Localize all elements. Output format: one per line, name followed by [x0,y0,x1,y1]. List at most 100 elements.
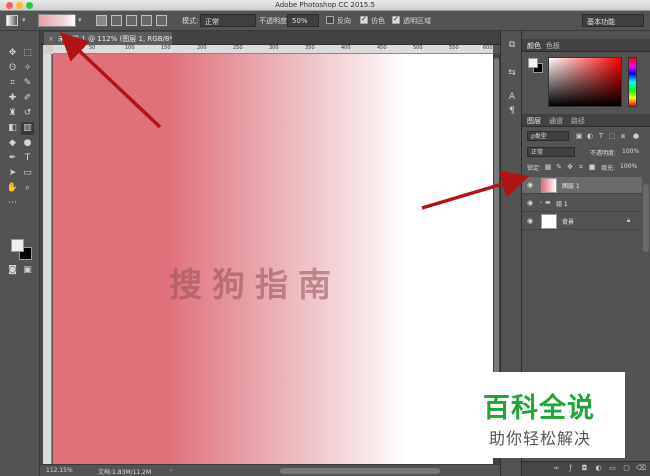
screen-mode-icon[interactable]: ▣ [21,264,34,277]
properties-panel-icon[interactable]: ⇆ [506,67,518,79]
lock-artboard-icon[interactable]: ⌗ [577,163,585,171]
smart-object-filter-icon[interactable]: ⧈ [619,132,627,140]
gradient-tool-preset-icon[interactable] [6,15,18,26]
blend-mode-select[interactable]: 正常 [527,147,575,157]
layer-filter-value: ρ类型 [531,133,547,140]
reflected-gradient-icon[interactable] [141,15,152,26]
eye-icon[interactable]: ◉ [527,217,533,225]
fill-value[interactable]: 100% [620,163,637,170]
layer-row-background[interactable]: ◉ 背景 🔒︎ [522,213,642,230]
eye-icon[interactable]: ◉ [527,199,533,207]
healing-brush-tool-icon[interactable]: ✚ [6,92,19,105]
history-brush-tool-icon[interactable]: ↺ [21,107,34,120]
crop-tool-icon[interactable]: ⌗ [6,77,19,90]
linear-gradient-icon[interactable] [96,15,107,26]
canvas-watermark: 搜狗指南 [169,265,341,304]
new-layer-icon[interactable]: ▢ [622,464,631,473]
tab-paths[interactable]: 路径 [571,116,585,126]
layer-row-group[interactable]: ◉ › ▬ 组 1 [522,195,642,212]
blur-tool-icon[interactable]: ◆ [6,137,19,150]
marquee-tool-icon[interactable]: ⬚ [21,47,34,60]
eyedropper-tool-icon[interactable]: ✎ [21,77,34,90]
document-tab[interactable]: × 未标题-1 @ 112% (图层 1, RGB/8*) [44,32,172,45]
hand-tool-icon[interactable]: ✋ [6,182,19,195]
layer-filter-select[interactable]: ρ类型 [527,131,569,141]
paragraph-panel-icon[interactable]: ¶ [506,105,518,117]
quick-mask-icon[interactable]: ◙ [6,264,19,277]
layer-style-icon[interactable]: ƒ [566,464,575,473]
layers-panel-footer: ∞ ƒ ◘ ◐ ▭ ▢ ⌫ [522,461,650,476]
document-canvas[interactable]: 搜狗指南 [53,54,493,464]
radial-gradient-icon[interactable] [111,15,122,26]
tab-channels[interactable]: 通道 [549,116,563,126]
tab-color[interactable]: 颜色 [527,41,541,51]
chevron-down-icon[interactable]: ▾ [22,16,26,24]
trash-icon[interactable]: ⌫ [636,464,646,473]
angle-gradient-icon[interactable] [126,15,137,26]
layer-name: 组 1 [556,201,568,208]
filter-toggle-icon[interactable]: ● [632,132,640,140]
chevron-down-icon[interactable]: ▾ [78,16,82,24]
color-panel-foreground[interactable] [528,58,538,68]
path-selection-tool-icon[interactable]: ➤ [6,167,19,180]
move-tool-icon[interactable]: ✥ [6,47,19,60]
zoom-level[interactable]: 112.15% [46,467,73,474]
horizontal-ruler[interactable]: 50 100 150 200 250 300 350 400 450 500 5… [53,45,493,54]
transparency-checkbox[interactable] [392,15,400,24]
reverse-checkbox[interactable] [326,16,334,24]
adjustment-layer-icon[interactable]: ◐ [594,464,603,473]
opacity-input[interactable]: 50% [287,14,319,27]
lock-image-icon[interactable]: ✎ [555,163,563,171]
diamond-gradient-icon[interactable] [156,15,167,26]
brush-tool-icon[interactable]: ✐ [21,92,34,105]
type-tool-icon[interactable]: T [21,152,34,165]
site-logo: 百科全说 助你轻松解决 [468,372,625,458]
history-panel-icon[interactable]: ⧉ [506,39,518,51]
ruler-origin[interactable] [43,45,53,54]
eye-icon[interactable]: ◉ [527,181,533,189]
layer-opacity-value[interactable]: 100% [622,148,639,155]
workspace-select[interactable]: 基本功能 [582,14,644,27]
hue-slider[interactable] [628,57,637,107]
color-picker-field[interactable] [548,57,622,107]
lock-all-icon[interactable]: ■ [588,163,596,171]
pixel-filter-icon[interactable]: ▣ [575,132,583,140]
gradient-tool-icon[interactable]: ▥ [21,122,34,135]
shape-filter-icon[interactable]: ⬚ [608,132,616,140]
logo-title: 百科全说 [483,393,595,424]
layer-row-gradient[interactable]: ◉ 图层 1 [522,177,642,194]
character-panel-icon[interactable]: A [506,91,518,103]
zoom-tool-icon[interactable]: ⌕ [21,182,34,195]
vertical-ruler[interactable] [43,54,52,464]
new-group-icon[interactable]: ▭ [608,464,617,473]
adjustment-filter-icon[interactable]: ◐ [586,132,594,140]
lock-position-icon[interactable]: ✥ [566,163,574,171]
lasso-tool-icon[interactable]: ʘ [6,62,19,75]
link-layers-icon[interactable]: ∞ [552,464,561,473]
tab-swatches[interactable]: 色板 [546,41,560,51]
status-menu-icon[interactable]: › [170,467,172,474]
horizontal-scrollbar-thumb[interactable] [280,468,440,474]
layers-panel-scrollbar[interactable] [643,184,649,252]
dither-checkbox[interactable] [360,15,368,24]
mode-select[interactable]: 正常 [200,14,256,27]
close-icon[interactable]: × [48,35,54,43]
eraser-tool-icon[interactable]: ◧ [6,122,19,135]
clone-stamp-tool-icon[interactable]: ♜ [6,107,19,120]
type-filter-icon[interactable]: T [597,132,605,140]
pen-tool-icon[interactable]: ✒ [6,152,19,165]
foreground-color-swatch[interactable] [11,239,24,252]
tab-layers[interactable]: 图层 [527,116,541,126]
rectangle-tool-icon[interactable]: ▭ [21,167,34,180]
layer-mask-icon[interactable]: ◘ [580,464,589,473]
lock-transparent-icon[interactable]: ▦ [544,163,552,171]
canvas-area[interactable]: 搜狗指南 [53,54,493,464]
layer-name: 图层 1 [562,183,580,190]
dodge-tool-icon[interactable]: ● [21,137,34,150]
more-tools-icon[interactable]: ⋯ [6,197,19,210]
document-tab-bar: × 未标题-1 @ 112% (图层 1, RGB/8*) [40,31,500,45]
app-title: Adobe Photoshop CC 2015.5 [275,1,375,9]
chevron-right-icon[interactable]: › [540,199,542,206]
magic-wand-tool-icon[interactable]: ✧ [21,62,34,75]
gradient-preview-swatch[interactable] [38,14,76,27]
